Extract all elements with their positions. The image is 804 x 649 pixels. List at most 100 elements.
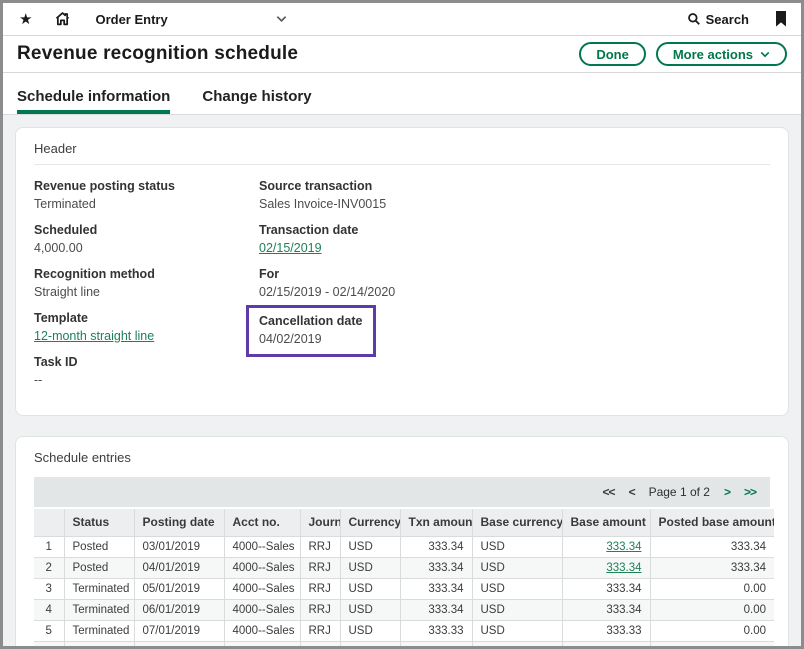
cell-base-currency: USD xyxy=(472,599,562,620)
page-header: Revenue recognition schedule Done More a… xyxy=(3,36,801,73)
field-cancellation-date: Cancellation date04/02/2019 xyxy=(246,305,376,357)
cell-currency: USD xyxy=(340,620,400,641)
app-window: ★ Order Entry Search Revenue recognition xyxy=(0,0,804,649)
field-value: Terminated xyxy=(34,197,175,211)
cell-base-currency: USD xyxy=(472,536,562,557)
last-page-button[interactable]: >> xyxy=(744,485,756,499)
pagination-bar: << < Page 1 of 2 > >> xyxy=(34,477,770,507)
bookmark-icon[interactable] xyxy=(775,11,787,27)
first-page-button[interactable]: << xyxy=(603,485,615,499)
cell-journal: RRJ xyxy=(300,641,340,649)
field-label: Transaction date xyxy=(259,223,358,237)
cell-currency: USD xyxy=(340,557,400,578)
search-label: Search xyxy=(706,12,749,27)
tab-schedule-information[interactable]: Schedule information xyxy=(17,88,170,114)
cell-txn-amount: 333.34 xyxy=(400,536,472,557)
field-for: For02/15/2019 - 02/14/2020 xyxy=(259,267,395,299)
page-indicator: Page 1 of 2 xyxy=(649,485,710,499)
field-label: Template xyxy=(34,311,154,325)
table-header: StatusPosting dateAcct no.JournalCurrenc… xyxy=(34,509,774,536)
cell-status: Terminated xyxy=(64,599,134,620)
field-label: Task ID xyxy=(34,355,78,369)
schedule-entries-table: StatusPosting dateAcct no.JournalCurrenc… xyxy=(34,509,774,649)
cell-status: Terminated xyxy=(64,641,134,649)
search-button[interactable]: Search xyxy=(687,12,749,27)
cell-journal: RRJ xyxy=(300,557,340,578)
field-value-link[interactable]: 02/15/2019 xyxy=(259,241,358,255)
field-template: Template 12-month straight line xyxy=(34,311,154,343)
header-section: Header Revenue posting statusTerminatedS… xyxy=(15,127,789,416)
cell-posted-base-amount: 333.34 xyxy=(650,557,774,578)
column-header-status: Status xyxy=(64,509,134,536)
table-row: 6Terminated08/01/20194000--SalesRRJUSD33… xyxy=(34,641,774,649)
field-value: Straight line xyxy=(34,285,155,299)
cell-base-currency: USD xyxy=(472,578,562,599)
cell-posting-date: 04/01/2019 xyxy=(134,557,224,578)
cell-journal: RRJ xyxy=(300,536,340,557)
cell-currency: USD xyxy=(340,641,400,649)
cell-txn-amount: 333.33 xyxy=(400,620,472,641)
field-recognition-method: Recognition method Straight line xyxy=(34,267,155,299)
field-value: 04/02/2019 xyxy=(259,332,363,346)
cell-posting-date: 03/01/2019 xyxy=(134,536,224,557)
top-bar: ★ Order Entry Search xyxy=(3,3,801,36)
cell-posted-base-amount: 333.34 xyxy=(650,536,774,557)
done-button[interactable]: Done xyxy=(579,42,646,66)
cell-base-currency: USD xyxy=(472,641,562,649)
favorites-star-icon[interactable]: ★ xyxy=(19,10,32,28)
cell-currency: USD xyxy=(340,536,400,557)
table-row: 5Terminated07/01/20194000--SalesRRJUSD33… xyxy=(34,620,774,641)
chevron-down-icon xyxy=(760,51,770,58)
cell-txn-amount: 333.34 xyxy=(400,599,472,620)
previous-page-button[interactable]: < xyxy=(629,485,635,499)
cell-acct-no-: 4000--Sales xyxy=(224,536,300,557)
app-menu-dropdown[interactable]: Order Entry xyxy=(95,12,286,27)
cell-base-amount: 333.34 xyxy=(562,536,650,557)
cell-posted-base-amount: 0.00 xyxy=(650,599,774,620)
next-page-button[interactable]: > xyxy=(724,485,730,499)
column-header-acct-no-: Acct no. xyxy=(224,509,300,536)
cell-txn-amount: 333.33 xyxy=(400,641,472,649)
cell-row-number: 6 xyxy=(34,641,64,649)
cell-acct-no-: 4000--Sales xyxy=(224,641,300,649)
tab-change-history[interactable]: Change history xyxy=(202,88,311,114)
more-actions-button[interactable]: More actions xyxy=(656,42,787,66)
cell-base-amount: 333.34 xyxy=(562,578,650,599)
field-label: For xyxy=(259,267,395,281)
cell-posting-date: 08/01/2019 xyxy=(134,641,224,649)
column-header-base-amount: Base amount xyxy=(562,509,650,536)
cell-acct-no-: 4000--Sales xyxy=(224,557,300,578)
cell-posting-date: 07/01/2019 xyxy=(134,620,224,641)
base-amount-link[interactable]: 333.34 xyxy=(606,541,641,553)
schedule-entries-section: Schedule entries << < Page 1 of 2 > >> S… xyxy=(15,436,789,649)
field-source-transaction: Source transactionSales Invoice-INV0015 xyxy=(259,179,386,211)
chevron-down-icon xyxy=(276,15,287,23)
field-label: Revenue posting status xyxy=(34,179,175,193)
cell-journal: RRJ xyxy=(300,620,340,641)
schedule-entries-title: Schedule entries xyxy=(34,450,770,465)
header-fields-column-1: Revenue posting statusTerminatedSchedule… xyxy=(34,179,259,399)
table-row: 3Terminated05/01/20194000--SalesRRJUSD33… xyxy=(34,578,774,599)
field-label: Recognition method xyxy=(34,267,155,281)
cell-posted-base-amount: 0.00 xyxy=(650,578,774,599)
column-header-base-currency: Base currency xyxy=(472,509,562,536)
column-header-journal: Journal xyxy=(300,509,340,536)
cell-status: Posted xyxy=(64,536,134,557)
cell-posting-date: 05/01/2019 xyxy=(134,578,224,599)
cell-row-number: 5 xyxy=(34,620,64,641)
field-value-link[interactable]: 12-month straight line xyxy=(34,329,154,343)
page-content: Header Revenue posting statusTerminatedS… xyxy=(3,115,801,649)
cell-base-currency: USD xyxy=(472,620,562,641)
field-value: 4,000.00 xyxy=(34,241,97,255)
field-revenue-posting-status: Revenue posting status Terminated xyxy=(34,179,175,211)
cell-acct-no-: 4000--Sales xyxy=(224,599,300,620)
column-header-row-number xyxy=(34,509,64,536)
base-amount-link[interactable]: 333.34 xyxy=(606,562,641,574)
field-transaction-date: Transaction date 02/15/2019 xyxy=(259,223,358,255)
cell-journal: RRJ xyxy=(300,578,340,599)
cell-posting-date: 06/01/2019 xyxy=(134,599,224,620)
cell-row-number: 4 xyxy=(34,599,64,620)
home-icon[interactable] xyxy=(54,11,71,27)
cell-currency: USD xyxy=(340,578,400,599)
table-row: 1Posted03/01/20194000--SalesRRJUSD333.34… xyxy=(34,536,774,557)
